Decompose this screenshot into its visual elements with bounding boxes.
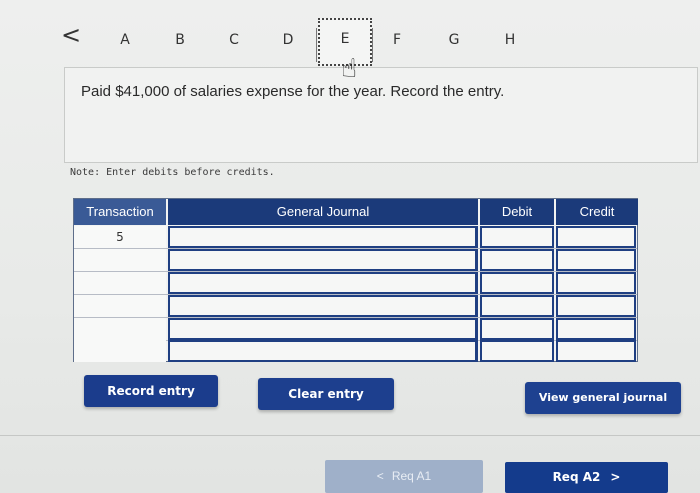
table-row: 5	[74, 226, 637, 248]
journal-entry-table: Transaction General Journal Debit Credit…	[73, 198, 638, 362]
record-entry-button[interactable]: Record entry	[84, 375, 218, 407]
debit-input[interactable]	[480, 340, 554, 362]
debit-input[interactable]	[480, 318, 554, 340]
chevron-right-icon: >	[610, 470, 621, 484]
debit-input[interactable]	[480, 249, 554, 271]
chevron-left-icon: <	[376, 469, 384, 483]
question-text: Paid $41,000 of salaries expense for the…	[81, 83, 505, 100]
table-row	[74, 249, 637, 271]
next-requirement-label: Req A2	[552, 470, 601, 484]
column-header-transaction: Transaction	[74, 199, 166, 225]
credit-input[interactable]	[556, 226, 636, 248]
debit-input[interactable]	[480, 272, 554, 294]
next-requirement-button[interactable]: Req A2 >	[505, 462, 668, 493]
screen: < A B C D E F G H Paid $41,000 of salari…	[0, 0, 700, 493]
account-input[interactable]	[168, 295, 478, 317]
account-input[interactable]	[168, 340, 478, 362]
back-chevron-icon[interactable]: <	[60, 22, 82, 48]
credit-input[interactable]	[556, 249, 636, 271]
tab-divider	[372, 28, 373, 62]
column-header-debit: Debit	[480, 199, 554, 225]
transaction-cell	[74, 340, 166, 362]
transaction-cell	[74, 249, 166, 271]
table-row	[74, 318, 637, 340]
table-row	[74, 295, 637, 317]
tab-g[interactable]: G	[442, 30, 466, 50]
tab-f[interactable]: F	[385, 30, 409, 50]
tab-b[interactable]: B	[168, 30, 192, 50]
credit-input[interactable]	[556, 272, 636, 294]
transaction-cell	[74, 318, 166, 340]
table-row	[74, 272, 637, 294]
transaction-cell	[74, 272, 166, 294]
tab-d[interactable]: D	[276, 30, 300, 50]
table-row	[74, 340, 637, 362]
question-panel: Paid $41,000 of salaries expense for the…	[64, 67, 698, 163]
prev-requirement-label: Req A1	[391, 469, 432, 483]
credit-input[interactable]	[556, 340, 636, 362]
instruction-note: Note: Enter debits before credits.	[70, 167, 275, 178]
tab-divider	[316, 28, 317, 62]
debit-input[interactable]	[480, 295, 554, 317]
view-general-journal-button[interactable]: View general journal	[525, 382, 681, 414]
credit-input[interactable]	[556, 318, 636, 340]
column-header-credit: Credit	[556, 199, 638, 225]
tab-c[interactable]: C	[222, 30, 246, 50]
column-header-general-journal: General Journal	[168, 199, 478, 225]
transaction-cell	[74, 295, 166, 317]
tab-a[interactable]: A	[113, 30, 137, 50]
prev-requirement-button[interactable]: < Req A1	[325, 460, 483, 493]
account-input[interactable]	[168, 226, 478, 248]
tab-h[interactable]: H	[498, 30, 522, 50]
clear-entry-button[interactable]: Clear entry	[258, 378, 394, 410]
transaction-cell: 5	[74, 226, 166, 248]
footer-divider	[0, 435, 700, 436]
credit-input[interactable]	[556, 295, 636, 317]
account-input[interactable]	[168, 249, 478, 271]
requirement-tab-bar: < A B C D E F G H	[0, 0, 700, 66]
account-input[interactable]	[168, 318, 478, 340]
debit-input[interactable]	[480, 226, 554, 248]
account-input[interactable]	[168, 272, 478, 294]
hand-pointer-icon: ☝	[341, 54, 357, 84]
